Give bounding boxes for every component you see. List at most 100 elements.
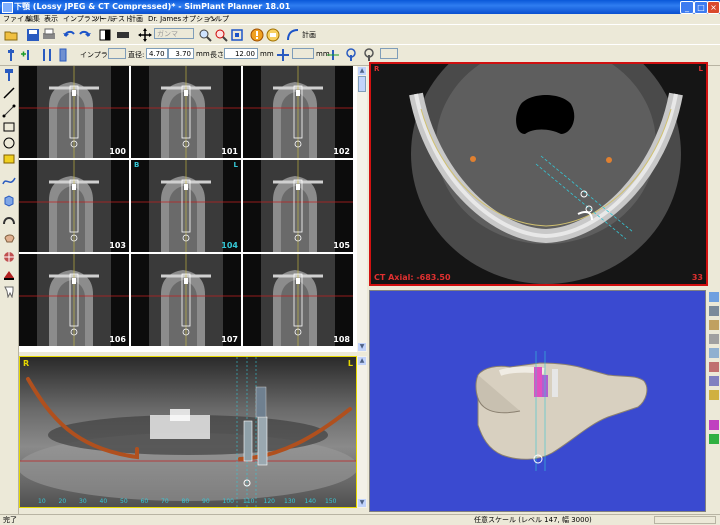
minimize-button[interactable]: _ (680, 1, 694, 14)
length-field[interactable]: 12.00 (224, 48, 258, 59)
3d-view[interactable] (369, 290, 706, 512)
diameter2-field[interactable]: 3.70 (168, 48, 194, 59)
open-folder-icon[interactable] (4, 28, 18, 42)
tooth-settings-icon[interactable] (266, 28, 280, 42)
planning-label[interactable]: 計画 (302, 30, 316, 40)
implant-color-icon[interactable] (709, 420, 719, 430)
offset-field[interactable] (292, 48, 314, 59)
planning-icon[interactable] (286, 28, 300, 42)
slice-number: 105 (333, 241, 350, 250)
ruler-tick-label: 110 (243, 498, 255, 505)
rotation-dropdown[interactable] (380, 48, 398, 59)
scroll-up-icon[interactable]: ▲ (358, 357, 366, 365)
cross-section-scrollbar[interactable]: ▲ ▼ (357, 66, 367, 352)
ruler-tick-label: 10 (38, 498, 46, 505)
menu-view[interactable]: 表示 (44, 14, 58, 24)
save-icon[interactable] (26, 28, 40, 42)
fit-view-icon[interactable] (230, 28, 244, 42)
cross-section-view[interactable]: 107 (131, 254, 241, 346)
scroll-down-icon[interactable]: ▼ (358, 499, 366, 507)
segmentation-tool-icon[interactable] (2, 250, 16, 264)
undo-icon[interactable] (62, 28, 76, 42)
ruler-tick-label: 60 (140, 498, 149, 505)
menu-doctor[interactable]: Dr. James (148, 14, 181, 24)
menu-plan[interactable]: 計画 (129, 14, 143, 24)
ruler-tick-label: 100 (222, 498, 234, 505)
zoom-out-icon[interactable] (214, 28, 228, 42)
safety-zone-icon[interactable] (709, 434, 719, 444)
diameter-field[interactable]: 4.70 (146, 48, 168, 59)
slice-number: 101 (221, 147, 238, 156)
right-side-label: R (374, 65, 380, 73)
cross-section-view[interactable]: 106 (19, 254, 129, 346)
cross-section-view[interactable]: 105 (243, 160, 353, 252)
axial-slice-number: 33 (691, 273, 703, 282)
slice-number: 104 (221, 241, 238, 250)
parallel-icon[interactable] (344, 48, 358, 62)
annotation-tool-icon[interactable] (2, 152, 16, 166)
rotate-icon[interactable] (709, 376, 719, 386)
circle-tool-icon[interactable] (2, 136, 16, 150)
implant-field[interactable] (108, 48, 126, 59)
implant-icon[interactable] (4, 48, 18, 62)
app-icon[interactable] (2, 2, 13, 13)
panoramic-scrollbar[interactable]: ▲ ▼ (357, 356, 367, 508)
redo-icon[interactable] (78, 28, 92, 42)
cross-section-view[interactable]: 103 (19, 160, 129, 252)
tooth-icon[interactable] (2, 284, 16, 298)
teeth-tool-icon[interactable] (2, 268, 16, 282)
hand-tool-icon[interactable] (2, 230, 16, 244)
volume-tool-icon[interactable] (2, 194, 16, 208)
add-implant-icon[interactable] (20, 48, 34, 62)
cross-section-view[interactable]: 108 (243, 254, 353, 346)
3d-mandible-model (475, 351, 648, 471)
pointer-tool-icon[interactable] (2, 68, 16, 82)
window-level-icon[interactable] (116, 28, 130, 42)
axial-view[interactable]: R L CT Axial: -683.50 33 (369, 62, 708, 286)
maximize-button[interactable]: □ (694, 1, 708, 14)
align-implant-icon[interactable] (326, 48, 340, 62)
cross-section-view[interactable]: 100 (19, 66, 129, 158)
scroll-up-icon[interactable]: ▲ (358, 67, 366, 75)
implant-library-icon[interactable] (56, 48, 70, 62)
scroll-thumb[interactable] (358, 76, 366, 92)
window-title: 下顎 (Lossy JPEG & CT Compressed)* - SimPl… (14, 2, 291, 11)
ruler-tick-label: 150 (325, 498, 337, 505)
rectangle-tool-icon[interactable] (2, 120, 16, 134)
cross-section-view-selected[interactable]: B L 104 (131, 160, 241, 252)
move-icon[interactable] (138, 28, 152, 42)
menu-help[interactable]: ヘルプ (208, 14, 229, 24)
scroll-down-icon[interactable]: ▼ (358, 343, 366, 351)
contrast-icon[interactable] (98, 28, 112, 42)
main-toolbar: ガンマ 計画 (0, 24, 720, 46)
curve-tool-icon[interactable] (2, 174, 16, 188)
3d-view-icon[interactable] (709, 292, 719, 302)
distance-tool-icon[interactable] (2, 104, 16, 118)
gamma-dropdown[interactable]: ガンマ (154, 28, 194, 39)
warning-icon[interactable] (250, 28, 264, 42)
axial-image (371, 64, 706, 284)
cross-section-view[interactable]: 102 (243, 66, 353, 158)
cross-section-view[interactable]: 101 (131, 66, 241, 158)
nerve-tool-icon[interactable] (2, 212, 16, 226)
nerve-icon[interactable] (709, 362, 719, 372)
offset-icon[interactable] (276, 48, 290, 62)
menu-edit[interactable]: 編集 (26, 14, 40, 24)
close-button[interactable]: × (707, 1, 720, 14)
left-side-label: L (698, 65, 703, 73)
buccal-label: B (134, 161, 140, 169)
print-icon[interactable] (42, 28, 56, 42)
teeth-icon[interactable] (709, 348, 719, 358)
layer-icon[interactable] (709, 334, 719, 344)
rotate-implant-icon[interactable] (362, 48, 376, 62)
slice-number: 108 (333, 335, 350, 344)
bone-icon[interactable] (709, 320, 719, 330)
light-icon[interactable] (709, 390, 719, 400)
line-tool-icon[interactable] (2, 86, 16, 100)
zoom-icon[interactable] (198, 28, 212, 42)
camera-icon[interactable] (709, 306, 719, 316)
ruler-tick-label: 40 (99, 498, 108, 505)
slice-number: 100 (109, 147, 126, 156)
panoramic-view[interactable]: R L 10 20 30 40 50 60 70 80 90 100 110 120 130 140 150 (19, 356, 357, 508)
abutment-icon[interactable] (40, 48, 54, 62)
